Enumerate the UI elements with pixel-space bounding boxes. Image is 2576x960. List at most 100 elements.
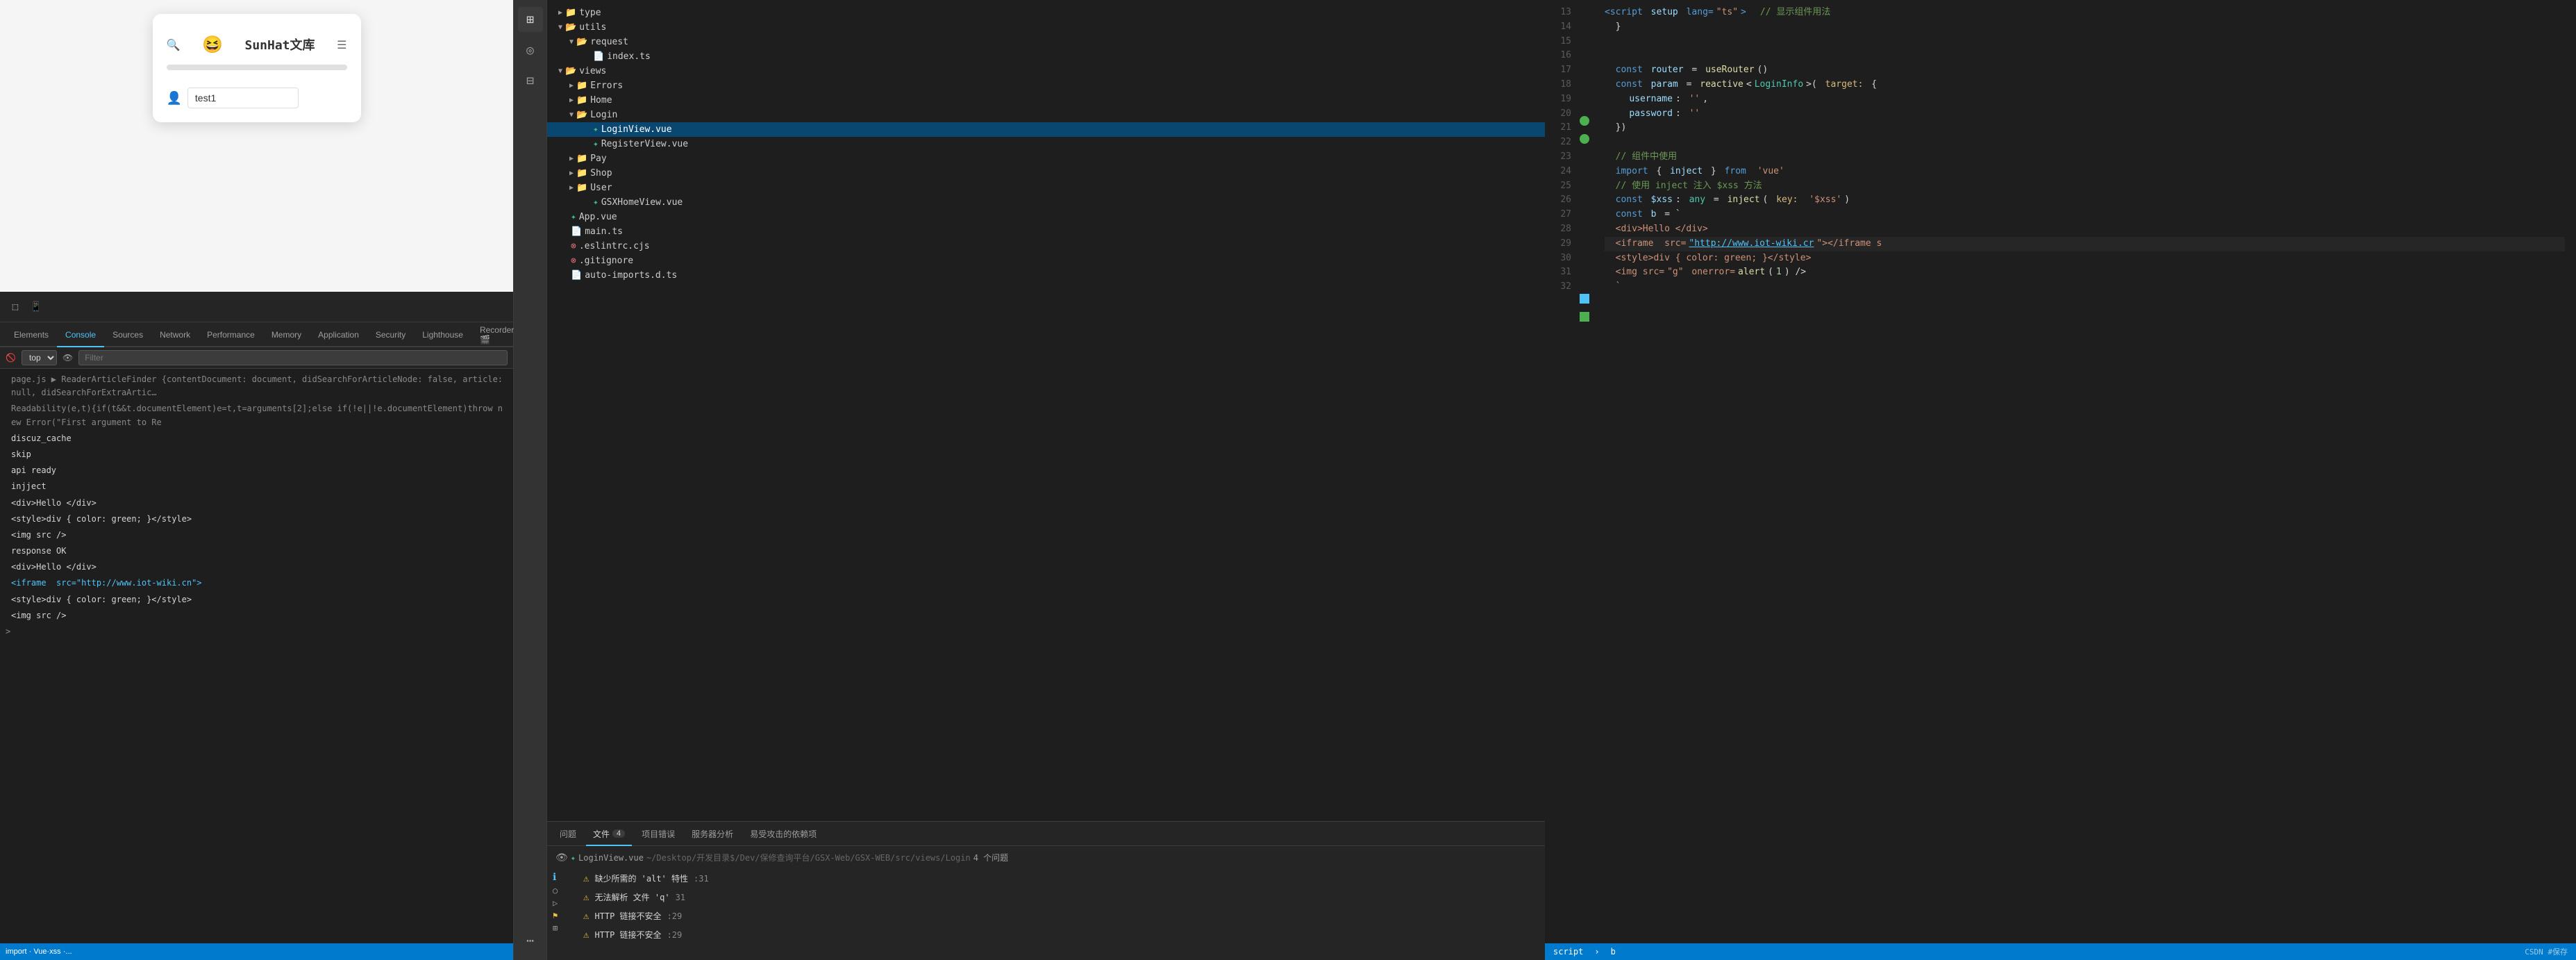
code-line-25: // 使用 inject 注入 $xss 方法: [1605, 179, 2565, 194]
line-num-26: 26: [1545, 193, 1571, 208]
file-loginview-label: LoginView.vue: [601, 124, 672, 135]
site-title: SunHat文库: [245, 35, 315, 53]
tab-server-analysis-label: 服务器分析: [692, 828, 733, 840]
issue-item-4[interactable]: ⚠ HTTP 链接不安全 :29: [575, 925, 1539, 944]
file-tree-container: 📁 type 📂 utils 📂 request 📄 index.ts: [547, 0, 1545, 960]
emoji-icon: 😆: [202, 35, 223, 54]
line-num-24: 24: [1545, 165, 1571, 179]
cursor-inspect-icon[interactable]: ⬚: [6, 297, 25, 317]
search-icon[interactable]: 🔍: [167, 38, 181, 51]
username-input[interactable]: [187, 88, 299, 108]
tab-console[interactable]: Console: [57, 324, 104, 347]
folder-request[interactable]: 📂 request: [547, 35, 1545, 49]
user-avatar-icon: 👤: [167, 91, 182, 106]
issues-tab-files[interactable]: 文件 4: [586, 823, 632, 846]
tab-elements[interactable]: Elements: [6, 324, 57, 347]
menu-icon[interactable]: ☰: [337, 38, 346, 51]
chevron-request: [569, 38, 574, 46]
line-num-21: 21: [1545, 121, 1571, 135]
file-eslintrc-label: .eslintrc.cjs: [579, 241, 650, 251]
file-loginview-vue[interactable]: ✦ LoginView.vue: [547, 122, 1545, 137]
folder-errors[interactable]: 📁 Errors: [547, 78, 1545, 93]
info-icon[interactable]: ℹ: [553, 872, 569, 883]
grid-icon[interactable]: ⊟: [518, 68, 543, 93]
issues-tab-problems[interactable]: 问题: [553, 823, 583, 846]
folder-pay[interactable]: 📁 Pay: [547, 151, 1545, 166]
block-icon[interactable]: 🚫: [6, 353, 16, 363]
folder-login[interactable]: 📂 Login: [547, 108, 1545, 122]
issues-tab-vuln-deps[interactable]: 易受攻击的依赖项: [743, 823, 823, 846]
folder-icon-pay: 📁: [576, 154, 587, 164]
gutter-24: [1580, 201, 1594, 220]
code-content[interactable]: <script setup lang="ts">// 显示组件用法 } cons…: [1594, 0, 2576, 943]
file-main-ts[interactable]: 📄 main.ts: [547, 224, 1545, 239]
config-icon: ⊗: [571, 241, 576, 251]
code-line-21: }): [1605, 121, 2565, 135]
folder-views[interactable]: 📂 views: [547, 64, 1545, 78]
file-registerview-vue[interactable]: ✦ RegisterView.vue: [547, 137, 1545, 151]
gutter-26: [1580, 237, 1594, 255]
tab-memory[interactable]: Memory: [263, 324, 310, 347]
left-devtools-panel: 🔍 😆 SunHat文库 ☰ 👤 ⬚ 📱 Elements Console So…: [0, 0, 514, 960]
tab-network[interactable]: Network: [151, 324, 199, 347]
tab-project-errors-label: 项目错误: [642, 828, 675, 840]
folder-icon-user: 📁: [576, 183, 587, 193]
folder-user[interactable]: 📁 User: [547, 181, 1545, 195]
issue-item-1[interactable]: ⚠ 缺少所需的 'alt' 特性 :31: [575, 869, 1539, 888]
issue-item-2[interactable]: ⚠ 无法解析 文件 'q' 31: [575, 888, 1539, 907]
folder-home[interactable]: 📁 Home: [547, 93, 1545, 108]
status-script: script: [1553, 947, 1583, 957]
file-gitignore[interactable]: ⊗ .gitignore: [547, 254, 1545, 268]
code-line-30: <style>div { color: green; }</style>: [1605, 251, 2565, 266]
console-line: response OK: [0, 543, 513, 559]
line-num-31: 31: [1545, 265, 1571, 280]
file-gsxhomeview[interactable]: ✦ GSXHomeView.vue: [547, 195, 1545, 210]
file-index-ts[interactable]: 📄 index.ts: [547, 49, 1545, 64]
folder-icon-home: 📁: [576, 95, 587, 106]
file-index-ts-label: index.ts: [607, 51, 651, 62]
folder-type[interactable]: 📁 type: [547, 6, 1545, 20]
issue-item-3[interactable]: ⚠ HTTP 链接不安全 :29: [575, 907, 1539, 925]
line-num-15: 15: [1545, 35, 1571, 49]
console-line: discuz_cache: [0, 431, 513, 447]
eye-icon[interactable]: 👁: [555, 852, 568, 863]
eye-toggle-icon[interactable]: 👁: [62, 353, 73, 363]
tab-security[interactable]: Security: [367, 324, 414, 347]
target-icon[interactable]: ◎: [518, 38, 543, 63]
file-auto-imports[interactable]: 📄 auto-imports.d.ts: [547, 268, 1545, 283]
gutter-17: [1580, 76, 1594, 94]
context-dropdown[interactable]: top: [22, 350, 57, 365]
tab-lighthouse[interactable]: Lighthouse: [414, 324, 471, 347]
code-line-32: `: [1605, 280, 2565, 295]
tab-sources[interactable]: Sources: [104, 324, 151, 347]
issues-tab-project-errors[interactable]: 项目错误: [635, 823, 682, 846]
line-num-28: 28: [1545, 222, 1571, 237]
browser-card: 🔍 😆 SunHat文库 ☰ 👤: [153, 14, 361, 122]
folder-views-label: views: [579, 66, 606, 76]
console-prompt[interactable]: >: [0, 624, 513, 639]
line-num-30: 30: [1545, 251, 1571, 266]
dots-icon[interactable]: ⋯: [518, 928, 543, 953]
vue-file-icon4: ✦: [571, 212, 576, 222]
issues-tab-server-analysis[interactable]: 服务器分析: [685, 823, 740, 846]
vue-file-icon: ✦: [593, 124, 599, 135]
folder-home-label: Home: [590, 95, 612, 106]
gutter-20: [1580, 130, 1594, 148]
file-app-vue[interactable]: ✦ App.vue: [547, 210, 1545, 224]
path-separator: ~/Desktop/开发目录$/Dev/保修查询平台/GSX-Web/GSX-W…: [646, 852, 971, 863]
file-eslintrc[interactable]: ⊗ .eslintrc.cjs: [547, 239, 1545, 254]
gutter-31: [1580, 326, 1594, 344]
tab-performance[interactable]: Performance: [199, 324, 263, 347]
console-line: <div>Hello </div>: [0, 495, 513, 511]
warning-icon-1: ⚠: [583, 873, 589, 884]
console-filter-input[interactable]: [78, 350, 508, 365]
code-line-15: [1605, 35, 2565, 49]
tab-application[interactable]: Application: [310, 324, 367, 347]
file-tree: 📁 type 📂 utils 📂 request 📄 index.ts: [547, 0, 1545, 821]
folder-shop[interactable]: 📁 Shop: [547, 166, 1545, 181]
folder-utils[interactable]: 📂 utils: [547, 20, 1545, 35]
device-toggle-icon[interactable]: 📱: [26, 297, 46, 317]
line-num-29: 29: [1545, 237, 1571, 251]
files-icon[interactable]: ⊞: [518, 7, 543, 32]
console-line-link[interactable]: <iframe src="http://www.iot-wiki.cn">: [0, 575, 513, 591]
